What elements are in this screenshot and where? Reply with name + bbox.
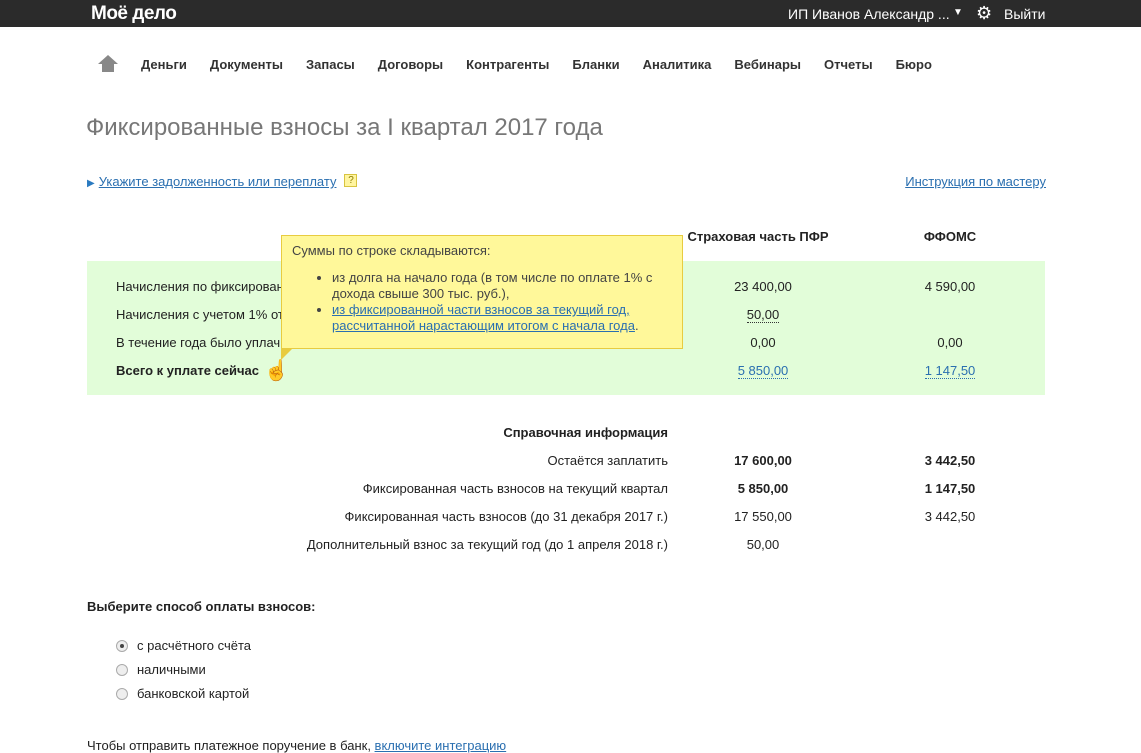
nav-reports[interactable]: Отчеты	[824, 57, 873, 72]
row-label: Начисления по фиксирован	[116, 279, 284, 294]
nav-webinars[interactable]: Вебинары	[734, 57, 801, 72]
reference-pfr: 5 850,00	[737, 481, 789, 496]
row-label: Начисления с учетом 1% от	[116, 307, 284, 322]
reference-pfr: 17 550,00	[734, 509, 792, 524]
nav-money[interactable]: Деньги	[141, 57, 187, 72]
home-icon[interactable]	[98, 55, 118, 73]
user-menu[interactable]: ИП Иванов Александр ...	[788, 6, 950, 22]
integration-text: Чтобы отправить платежное поручение в ба…	[87, 738, 375, 753]
reference-ffoms: 1 147,50	[924, 481, 976, 496]
reference-title: Справочная информация	[503, 425, 668, 440]
radio-label[interactable]: наличными	[137, 662, 206, 677]
radio-cash[interactable]: наличными	[116, 662, 206, 677]
reference-label: Дополнительный взнос за текущий год (до …	[306, 537, 668, 552]
column-header-ffoms: ФФОМС	[923, 229, 977, 244]
reference-pfr: 17 600,00	[734, 453, 792, 468]
value-ffoms: 4 590,00	[924, 279, 976, 294]
help-icon[interactable]: ?	[344, 174, 358, 187]
gear-icon[interactable]: ⚙	[976, 3, 992, 24]
value-ffoms: 0,00	[937, 335, 963, 350]
reference-label: Остаётся заплатить	[547, 453, 668, 468]
instruction-link[interactable]: Инструкция по мастеру	[905, 174, 1046, 189]
integration-note: Чтобы отправить платежное поручение в ба…	[87, 738, 506, 753]
radio-label[interactable]: с расчётного счёта	[137, 638, 251, 653]
value-pfr: 23 400,00	[734, 279, 792, 294]
triangle-right-icon: ▶	[87, 178, 95, 189]
reference-ffoms: 3 442,50	[924, 453, 976, 468]
logo[interactable]: Моё дело	[91, 3, 177, 25]
nav-stock[interactable]: Запасы	[306, 57, 355, 72]
value-pfr: 0,00	[750, 335, 776, 350]
hand-cursor-icon: ☝	[264, 360, 289, 382]
payment-title: Выберите способ оплаты взносов:	[87, 599, 316, 614]
tooltip-punct: .	[634, 318, 639, 333]
reference-ffoms: 3 442,50	[924, 509, 976, 524]
chevron-down-icon[interactable]: ▼	[953, 7, 963, 18]
total-ffoms-link[interactable]: 1 147,50	[924, 363, 976, 379]
reference-pfr: 50,00	[746, 537, 780, 552]
debt-link[interactable]: Укажите задолженность или переплату	[99, 174, 337, 189]
nav-bureau[interactable]: Бюро	[896, 57, 932, 72]
column-header-pfr: Страховая часть ПФР	[687, 229, 829, 244]
nav-documents[interactable]: Документы	[210, 57, 283, 72]
tooltip-item: из фиксированной части взносов за текущи…	[332, 302, 672, 334]
main-nav: Деньги Документы Запасы Договоры Контраг…	[98, 55, 955, 73]
value-pfr[interactable]: 50,00	[746, 307, 780, 323]
reference-label: Фиксированная часть взносов на текущий к…	[362, 481, 668, 496]
logout-link[interactable]: Выйти	[1004, 6, 1045, 22]
row-label: В течение года было уплач	[116, 335, 281, 350]
radio-label[interactable]: банковской картой	[137, 686, 249, 701]
nav-contracts[interactable]: Договоры	[378, 57, 443, 72]
radio-icon[interactable]	[116, 663, 128, 676]
page-title: Фиксированные взносы за I квартал 2017 г…	[86, 114, 603, 141]
integration-link[interactable]: включите интеграцию	[375, 738, 507, 753]
top-bar: Моё дело ИП Иванов Александр ... ▼ ⚙ Вый…	[0, 0, 1141, 27]
nav-analytics[interactable]: Аналитика	[643, 57, 712, 72]
radio-icon[interactable]	[116, 639, 128, 652]
debt-toggle[interactable]: ▶ Укажите задолженность или переплату?	[87, 174, 358, 189]
tooltip-item: из долга на начало года (в том числе по …	[332, 270, 672, 302]
reference-label: Фиксированная часть взносов (до 31 декаб…	[344, 509, 668, 524]
radio-icon[interactable]	[116, 687, 128, 700]
total-pfr-link[interactable]: 5 850,00	[737, 363, 789, 379]
tooltip-title: Суммы по строке складываются:	[292, 243, 491, 258]
tooltip: Суммы по строке складываются: из долга н…	[281, 235, 683, 360]
nav-forms[interactable]: Бланки	[572, 57, 619, 72]
nav-counterparties[interactable]: Контрагенты	[466, 57, 549, 72]
row-label-total: Всего к уплате сейчас	[116, 363, 259, 378]
radio-bank-account[interactable]: с расчётного счёта	[116, 638, 251, 653]
radio-card[interactable]: банковской картой	[116, 686, 249, 701]
tooltip-link[interactable]: из фиксированной части взносов за текущи…	[332, 302, 635, 333]
